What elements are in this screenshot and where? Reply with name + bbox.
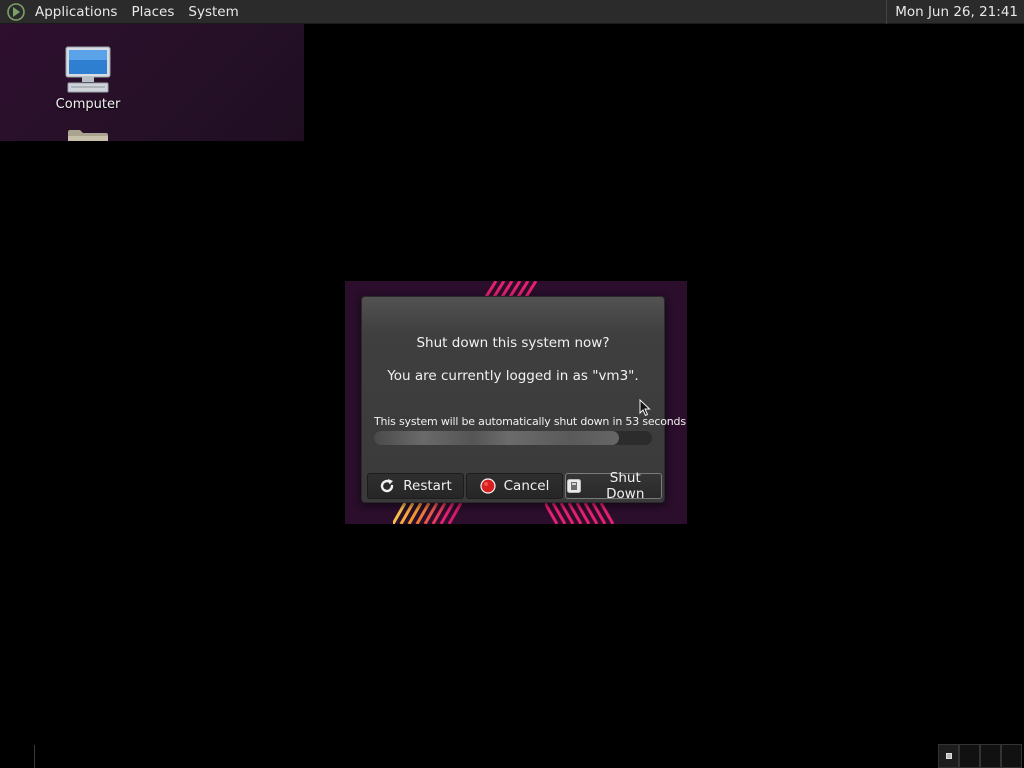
- system-menu[interactable]: System: [181, 0, 245, 24]
- dialog-title: Shut down this system now?: [416, 335, 610, 351]
- cancel-label: Cancel: [503, 478, 550, 494]
- workspace-switcher[interactable]: [938, 744, 1022, 768]
- mouse-cursor-icon: [639, 399, 651, 417]
- dialog-button-row: Restart Cancel Shut Down: [367, 470, 662, 502]
- workspace-2[interactable]: [959, 744, 980, 768]
- dialog-subtitle: You are currently logged in as "vm3".: [387, 368, 639, 384]
- workspace-1[interactable]: [938, 744, 959, 768]
- wallpaper-stripes-bottom-right: [545, 503, 615, 524]
- restart-icon: [379, 478, 395, 494]
- workspace-3[interactable]: [980, 744, 1001, 768]
- desktop-wallpaper: Computer: [0, 24, 304, 141]
- shutdown-icon: [566, 478, 582, 494]
- bottom-panel-separator: [34, 745, 35, 768]
- wallpaper-stripes-bottom-left: [393, 503, 463, 524]
- distro-logo-icon[interactable]: [4, 0, 28, 24]
- countdown-progress-fill: [374, 431, 619, 445]
- clock[interactable]: Mon Jun 26, 21:41: [886, 0, 1024, 24]
- countdown-progress-bar: [374, 431, 652, 445]
- shutdown-button[interactable]: Shut Down: [565, 470, 662, 502]
- cancel-button[interactable]: Cancel: [466, 473, 563, 499]
- desktop-icon-label: Computer: [55, 97, 121, 112]
- computer-icon: [65, 46, 111, 93]
- restart-button[interactable]: Restart: [367, 473, 464, 499]
- shutdown-dialog: Shut down this system now? You are curre…: [361, 296, 686, 503]
- wallpaper-stripes-top: [484, 281, 538, 297]
- applications-menu[interactable]: Applications: [28, 0, 124, 24]
- restart-label: Restart: [403, 478, 452, 494]
- workspace-4[interactable]: [1001, 744, 1022, 768]
- desktop-icon-computer[interactable]: Computer: [48, 46, 128, 112]
- cancel-icon: [480, 478, 496, 494]
- desktop-icon-folder[interactable]: [48, 128, 128, 141]
- top-panel: Applications Places System Mon Jun 26, 2…: [0, 0, 1024, 24]
- shutdown-label: Shut Down: [606, 470, 645, 502]
- places-menu[interactable]: Places: [124, 0, 181, 24]
- window-indicator-icon: [945, 753, 952, 759]
- folder-icon: [68, 130, 108, 141]
